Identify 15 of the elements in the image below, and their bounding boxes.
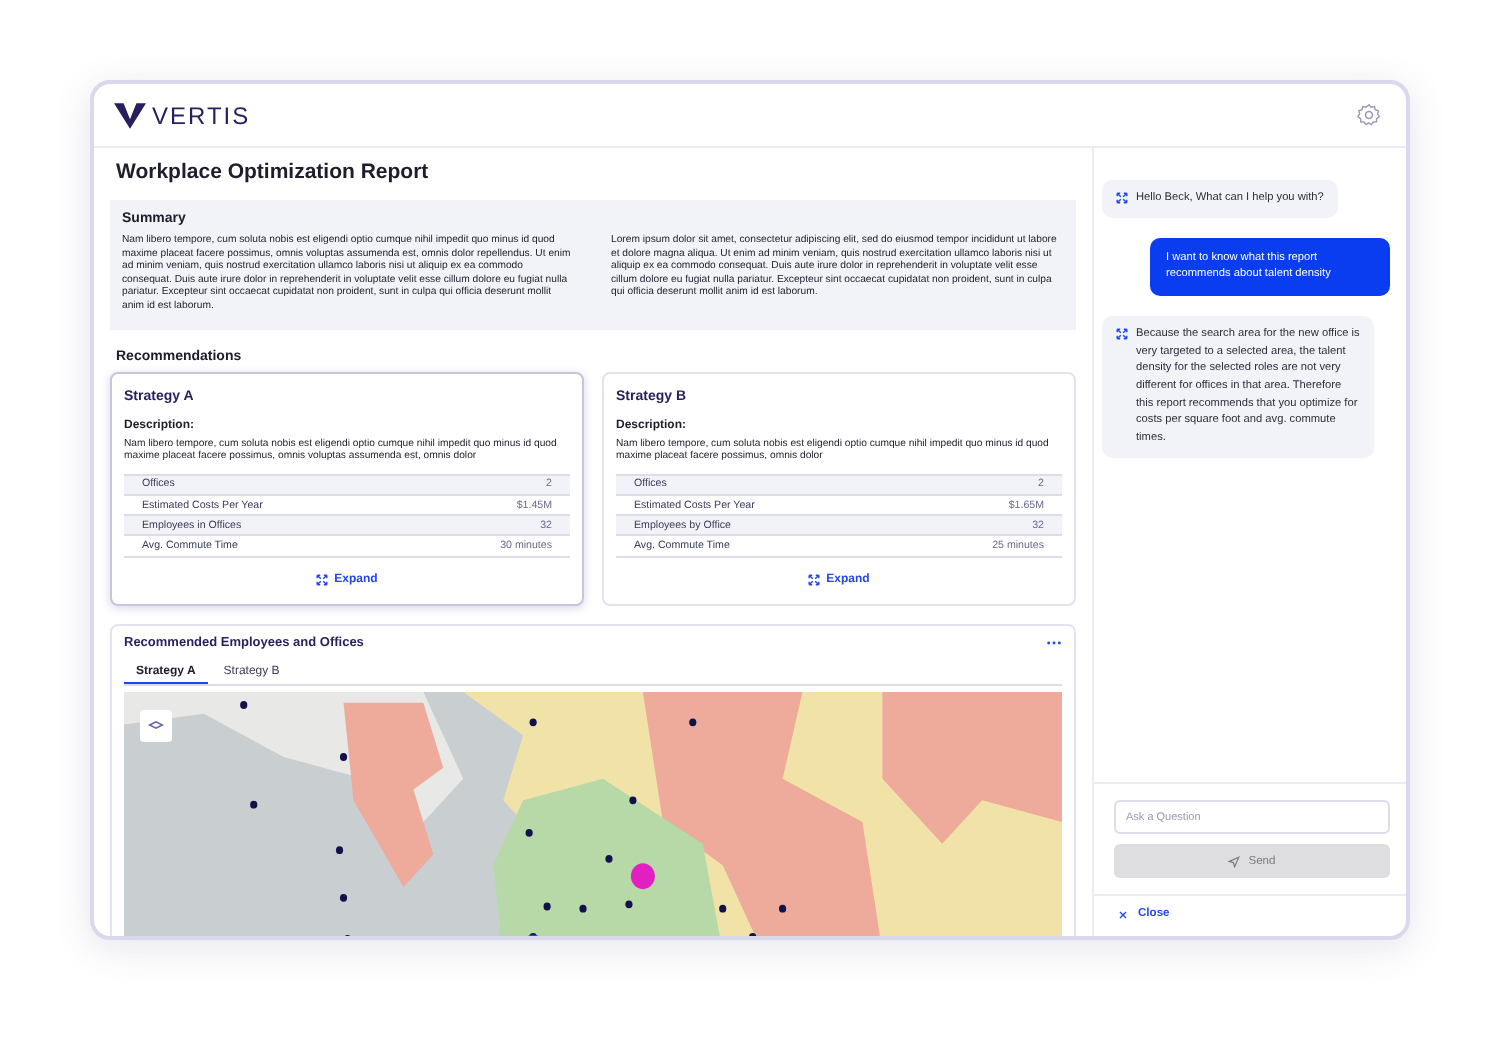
- expand-icon: [808, 573, 821, 586]
- assistant-icon: [1116, 192, 1128, 204]
- strategy-card[interactable]: [110, 371, 584, 606]
- brand-name: VERTIS: [152, 101, 251, 129]
- logo-icon: [114, 101, 146, 129]
- send-icon: [1228, 855, 1241, 867]
- settings-icon[interactable]: [1356, 102, 1382, 128]
- expand-icon: [316, 573, 329, 586]
- assistant-icon: [1116, 327, 1128, 340]
- close-icon: [1118, 909, 1128, 919]
- report-title: Workplace Optimization Report: [116, 160, 431, 184]
- layers-icon: [148, 720, 164, 731]
- layers-button[interactable]: [140, 709, 172, 742]
- strategy-card[interactable]: [602, 371, 1076, 606]
- more-options-icon[interactable]: [1046, 639, 1062, 646]
